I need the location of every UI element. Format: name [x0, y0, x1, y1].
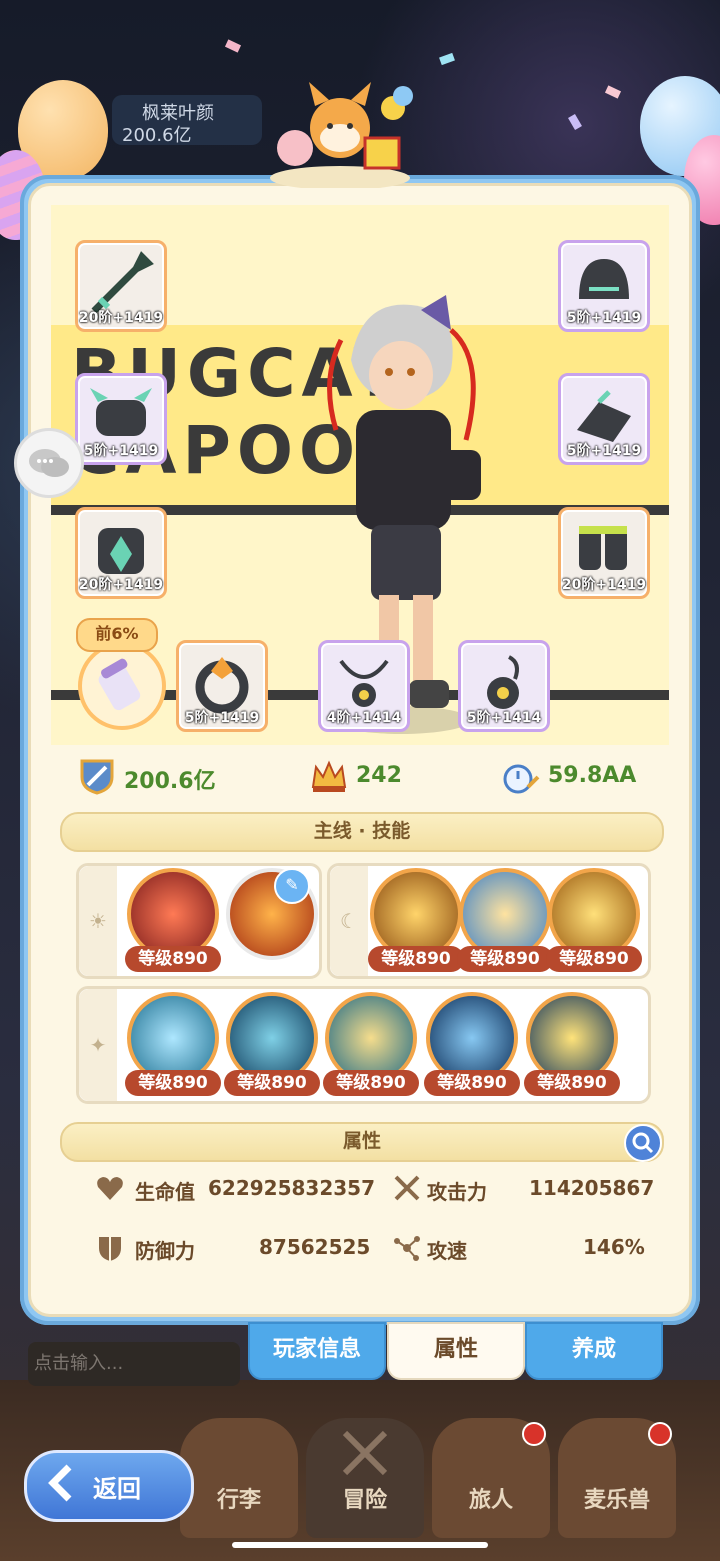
- attack-speed-value: 146%: [583, 1235, 645, 1259]
- skill-level-badge: 等级890: [546, 946, 642, 972]
- attributes-section-title: 属性: [60, 1122, 664, 1162]
- tab-attributes[interactable]: 属性: [387, 1322, 525, 1380]
- rank-tag: 前6%: [76, 618, 158, 652]
- sun-icon: ☀: [79, 866, 117, 976]
- mascot-cat-icon: [270, 82, 413, 188]
- scroll-item-slot[interactable]: [78, 642, 166, 730]
- skill-star-3[interactable]: 等级890: [323, 992, 419, 1096]
- skill-level-badge: 等级890: [323, 1070, 419, 1096]
- equip-slot-necklace[interactable]: 4阶+1414: [318, 640, 410, 732]
- skill-star-5[interactable]: 等级890: [524, 992, 620, 1096]
- skill-level-badge: 等级890: [368, 946, 464, 972]
- nav-travelers-label: 旅人: [468, 1488, 513, 1513]
- tab-cultivation[interactable]: 养成: [525, 1322, 663, 1380]
- stat-speed-value: 59.8AA: [548, 763, 637, 788]
- back-button[interactable]: 返回: [24, 1450, 194, 1522]
- attributes-search-button[interactable]: [624, 1124, 662, 1162]
- skill-upgrade-icon[interactable]: ✎: [274, 868, 310, 904]
- equip-level: 5阶+1419: [83, 443, 159, 459]
- nav-mailebeast[interactable]: 麦乐兽: [558, 1418, 676, 1538]
- equip-level: 5阶+1419: [566, 443, 642, 459]
- notification-dot: [648, 1422, 672, 1446]
- nav-luggage[interactable]: 行李: [180, 1418, 298, 1538]
- equip-slot-ring[interactable]: 5阶+1419: [176, 640, 268, 732]
- moon-icon: ☾: [330, 866, 368, 976]
- search-icon: [632, 1132, 654, 1154]
- chat-button[interactable]: [14, 428, 84, 498]
- equip-level: 5阶+1419: [184, 710, 260, 726]
- skill-star-1[interactable]: 等级890: [125, 992, 221, 1096]
- equip-slot-shoulder[interactable]: 5阶+1419: [75, 373, 167, 465]
- top-badge-value: 200.6亿: [122, 125, 192, 146]
- nav-travelers[interactable]: 旅人: [432, 1418, 550, 1538]
- stat-crown-value: 242: [356, 763, 402, 788]
- defense-value: 87562525: [259, 1235, 371, 1259]
- skill-level-badge: 等级890: [457, 946, 553, 972]
- equip-level: 5阶+1414: [466, 710, 542, 726]
- equip-slot-chest[interactable]: 20阶+1419: [75, 507, 167, 599]
- skill-level-badge: 等级890: [424, 1070, 520, 1096]
- shield-sword-icon: [80, 759, 114, 795]
- equip-level: 20阶+1419: [78, 577, 164, 593]
- crossed-swords-icon: [394, 1175, 420, 1201]
- equip-slot-gauntlet[interactable]: 5阶+1419: [558, 373, 650, 465]
- shield-icon: [99, 1237, 121, 1261]
- home-indicator[interactable]: [232, 1542, 488, 1548]
- attack-speed-icon: [394, 1236, 420, 1261]
- skill-level-badge: 等级890: [224, 1070, 320, 1096]
- skill-level-badge: 等级890: [125, 1070, 221, 1096]
- equip-level: 20阶+1419: [561, 577, 647, 593]
- hp-value: 622925832357: [208, 1176, 375, 1200]
- attack-speed-label: 攻速: [427, 1239, 467, 1263]
- back-button-label: 返回: [93, 1475, 141, 1503]
- skills-section-title: 主线 · 技能: [60, 812, 664, 852]
- skill-moon-2[interactable]: 等级890: [457, 868, 553, 972]
- stopwatch-icon: [503, 764, 540, 794]
- tab-player-info[interactable]: 玩家信息: [248, 1322, 386, 1380]
- equip-level: 4阶+1414: [326, 710, 402, 726]
- nav-mailebeast-label: 麦乐兽: [583, 1488, 650, 1513]
- equip-slot-helmet[interactable]: 5阶+1419: [558, 240, 650, 332]
- back-arrow-icon: [48, 1464, 72, 1502]
- equip-slot-amulet[interactable]: 5阶+1414: [458, 640, 550, 732]
- equip-slot-boots[interactable]: 20阶+1419: [558, 507, 650, 599]
- defense-label: 防御力: [135, 1239, 195, 1263]
- nav-luggage-label: 行李: [216, 1488, 261, 1513]
- chat-input[interactable]: 点击输入...: [28, 1342, 240, 1386]
- heart-icon: [97, 1177, 123, 1200]
- star-icon: ✦: [79, 989, 117, 1101]
- stat-power-value: 200.6亿: [124, 769, 216, 794]
- skill-star-2[interactable]: 等级890: [224, 992, 320, 1096]
- skill-level-badge: 等级890: [524, 1070, 620, 1096]
- top-name-badge: 枫莱叶颜 200.6亿: [112, 95, 262, 146]
- scroll-icon: [98, 658, 141, 711]
- hp-label: 生命值: [135, 1180, 195, 1204]
- nav-adventure-label: 冒险: [342, 1488, 387, 1513]
- equip-slot-weapon[interactable]: 20阶+1419: [75, 240, 167, 332]
- skill-moon-3[interactable]: 等级890: [546, 868, 642, 972]
- notification-dot: [522, 1422, 546, 1446]
- skill-star-4[interactable]: 等级890: [424, 992, 520, 1096]
- nav-adventure[interactable]: 冒险: [306, 1418, 424, 1538]
- equip-level: 5阶+1419: [566, 310, 642, 326]
- crossed-swords-nav-icon: [342, 1430, 388, 1476]
- equip-level: 20阶+1419: [78, 310, 164, 326]
- skill-sun-1[interactable]: 等级890: [125, 868, 221, 972]
- skill-level-badge: 等级890: [125, 946, 221, 972]
- chat-bubble-icon: [29, 449, 69, 477]
- skill-moon-1[interactable]: 等级890: [368, 868, 464, 972]
- attack-value: 114205867: [529, 1176, 655, 1200]
- attack-label: 攻击力: [427, 1180, 487, 1204]
- crown-icon: [311, 760, 347, 792]
